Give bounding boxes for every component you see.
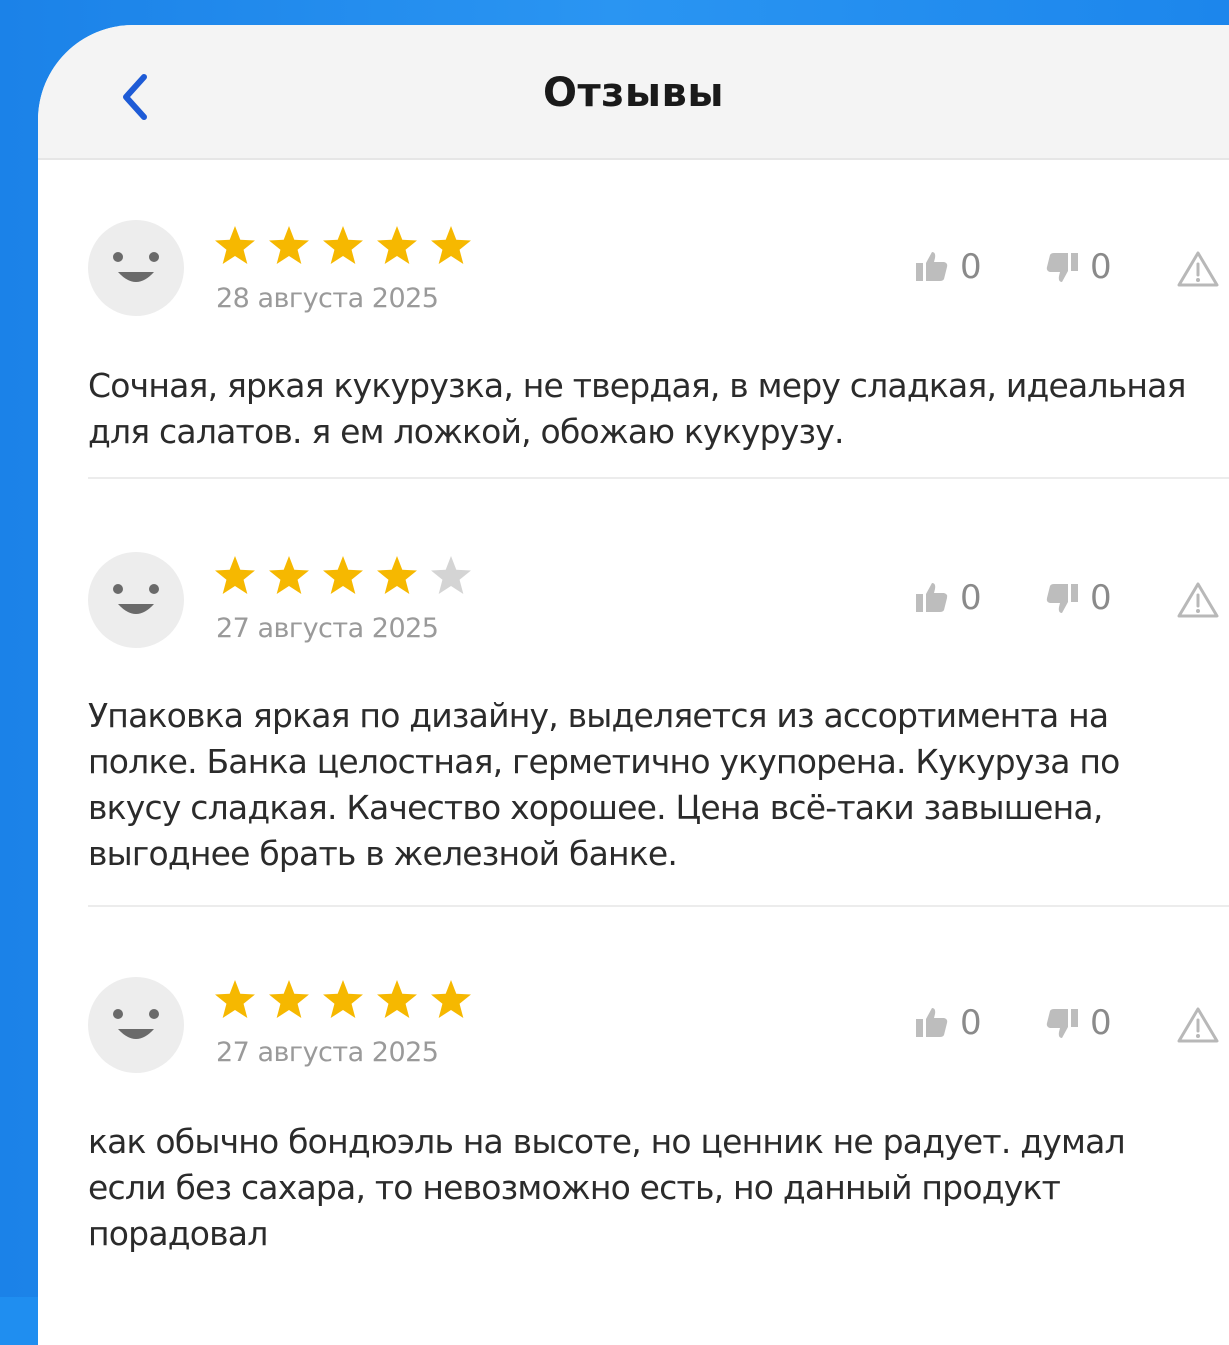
like-count: 0	[960, 578, 982, 618]
review-actions: 0 0	[914, 247, 1224, 297]
star-filled-icon	[269, 226, 309, 264]
page-title: Отзывы	[542, 70, 725, 116]
smiley-face-icon	[113, 584, 159, 614]
like-count: 0	[960, 247, 982, 287]
star-filled-icon	[431, 980, 471, 1018]
review-text: как обычно бондюэль на высоте, но ценник…	[88, 1122, 1126, 1253]
smiley-face-icon	[113, 1009, 159, 1039]
star-filled-icon	[323, 980, 363, 1018]
like-button[interactable]: 0	[914, 578, 982, 618]
dislike-button[interactable]: 0	[1044, 247, 1112, 287]
star-empty-icon	[431, 556, 471, 594]
report-button[interactable]	[1176, 580, 1220, 624]
star-filled-icon	[377, 556, 417, 594]
like-count: 0	[960, 1003, 982, 1043]
warning-icon	[1177, 1007, 1219, 1043]
star-filled-icon	[377, 980, 417, 1018]
star-filled-icon	[215, 980, 255, 1018]
smiley-face-icon	[113, 252, 159, 282]
dislike-count: 0	[1090, 578, 1112, 618]
rating-stars	[214, 225, 472, 275]
thumbs-up-icon	[916, 583, 948, 612]
star-filled-icon	[269, 556, 309, 594]
star-filled-icon	[215, 226, 255, 264]
star-filled-icon	[377, 226, 417, 264]
warning-icon	[1177, 251, 1219, 287]
dislike-count: 0	[1090, 247, 1112, 287]
thumbs-down-icon	[1046, 584, 1078, 613]
review-actions: 0 0	[914, 578, 1224, 628]
star-filled-icon	[269, 980, 309, 1018]
star-filled-icon	[215, 556, 255, 594]
review-date: 28 августа 2025	[216, 283, 439, 314]
report-button[interactable]	[1176, 1005, 1220, 1049]
like-button[interactable]: 0	[914, 1003, 982, 1043]
warning-icon	[1177, 582, 1219, 618]
divider	[88, 477, 1229, 479]
thumbs-down-icon	[1046, 253, 1078, 282]
thumbs-up-icon	[916, 1008, 948, 1037]
star-filled-icon	[323, 226, 363, 264]
avatar	[88, 552, 184, 648]
like-button[interactable]: 0	[914, 247, 982, 287]
rating-stars	[214, 555, 472, 605]
dislike-button[interactable]: 0	[1044, 578, 1112, 618]
review-text: Сочная, яркая кукурузка, не твердая, в м…	[88, 366, 1186, 451]
dislike-count: 0	[1090, 1003, 1112, 1043]
thumbs-up-icon	[916, 252, 948, 281]
rating-stars	[214, 979, 472, 1029]
top-bar: Отзывы	[38, 25, 1229, 160]
reviews-screen: Отзывы 28 августа 2025 0 0 Сочная, яркая…	[38, 25, 1229, 1345]
review-text: Упаковка яркая по дизайну, выделяется из…	[88, 696, 1120, 873]
avatar	[88, 977, 184, 1073]
star-filled-icon	[431, 226, 471, 264]
thumbs-down-icon	[1046, 1009, 1078, 1038]
divider	[88, 905, 1229, 907]
review-date: 27 августа 2025	[216, 1037, 439, 1068]
review-actions: 0 0	[914, 1003, 1224, 1053]
report-button[interactable]	[1176, 249, 1220, 293]
star-filled-icon	[323, 556, 363, 594]
avatar	[88, 220, 184, 316]
review-date: 27 августа 2025	[216, 613, 439, 644]
dislike-button[interactable]: 0	[1044, 1003, 1112, 1043]
